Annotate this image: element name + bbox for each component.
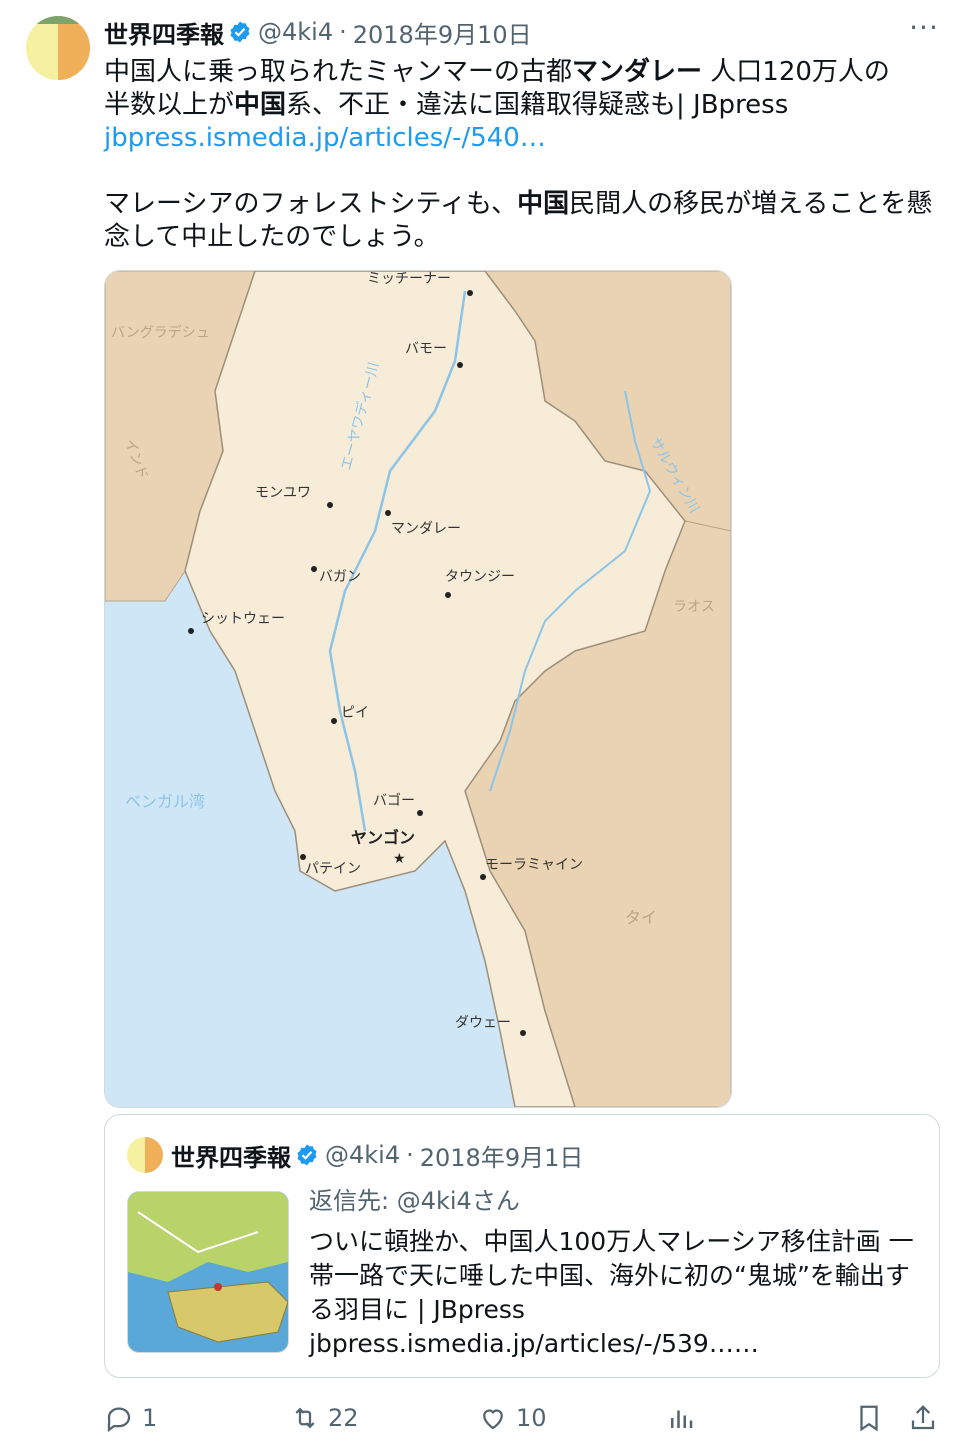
share-icon [911, 1405, 935, 1430]
retweet-button[interactable]: 22 [290, 1398, 359, 1438]
tweet-date[interactable]: 2018年9月10日 [353, 15, 532, 50]
map-label-bay-of-bengal: ベンガル湾 [125, 792, 205, 811]
map-label-yangon: ヤンゴン [351, 828, 415, 847]
article-link[interactable]: jbpress.ismedia.jp/articles/-/540… [104, 122, 954, 155]
reply-button[interactable]: 1 [104, 1398, 157, 1438]
author-name[interactable]: 世界四季報 [104, 15, 224, 50]
tweet-actions-bar: 1 22 10 [104, 1398, 954, 1438]
text-segment: マレーシアのフォレストシティも、 [104, 189, 518, 219]
quote-date[interactable]: 2018年9月1日 [420, 1138, 584, 1173]
city-dot [385, 510, 391, 516]
city-dot [188, 628, 194, 634]
map-label-dawei: ダウェー [455, 1015, 511, 1031]
map-label-myitkyina: ミッチーナー [367, 271, 451, 287]
share-button[interactable] [908, 1398, 946, 1438]
thumbnail-map-graphic [128, 1192, 288, 1352]
map-label-sittwe: シットウェー [201, 611, 285, 627]
bookmark-icon [860, 1405, 878, 1432]
tweet-text-para2: マレーシアのフォレストシティも、中国民間人の移民が増えることを懸念して中止したの… [104, 188, 954, 254]
city-dot [417, 810, 423, 816]
map-label-pyay: ピイ [341, 705, 369, 721]
tweet-media-map[interactable]: ミッチーナー バモー バングラデシュ インド エーヤワディー川 サルウィン川 モ… [104, 270, 732, 1108]
bookmark-button[interactable] [854, 1398, 892, 1438]
author-handle[interactable]: @4ki4 [258, 18, 333, 46]
city-dot [457, 362, 463, 368]
header-separator: · [339, 18, 347, 46]
quote-header: 世界四季報 @4ki4 · 2018年9月1日 [171, 1135, 583, 1175]
quote-thumbnail-map[interactable] [127, 1191, 289, 1353]
verified-badge-icon [228, 20, 252, 44]
views-button[interactable] [666, 1398, 704, 1438]
city-dot [300, 854, 306, 860]
verified-badge-icon [295, 1143, 319, 1167]
avatar-top-strip [26, 16, 90, 24]
map-label-taunggyi: タウンジー [445, 569, 515, 585]
retweet-icon [295, 1407, 315, 1429]
map-label-laos: ラオス [673, 599, 715, 615]
quoted-tweet[interactable]: 世界四季報 @4ki4 · 2018年9月1日 返信先: @4ki4さん ついに… [104, 1114, 940, 1378]
map-label-bago: バゴー [373, 792, 415, 809]
reply-count: 1 [142, 1404, 158, 1432]
tweet-header: 世界四季報 @4ki4 · 2018年9月10日 [104, 14, 950, 50]
city-dot [311, 566, 317, 572]
author-avatar[interactable] [26, 16, 90, 80]
map-label-bangladesh: バングラデシュ [111, 324, 210, 341]
tweet-text-line2: 半数以上が中国系、不正・違法に国籍取得疑惑も| JBpress [104, 89, 954, 122]
quote-author-name[interactable]: 世界四季報 [171, 1138, 291, 1173]
capital-star-icon: ★ [393, 851, 406, 867]
city-dot [331, 718, 337, 724]
views-icon [671, 1410, 693, 1428]
text-segment: 中国人に乗っ取られたミャンマーの古都 [104, 57, 573, 87]
map-label-thailand: タイ [625, 908, 657, 927]
more-icon[interactable]: ··· [906, 14, 942, 46]
highlight-segment: 中国 [517, 189, 570, 219]
map-label-bhamo: バモー [405, 341, 447, 357]
header-separator: · [406, 1141, 414, 1169]
reply-icon [107, 1407, 131, 1433]
map-label-pathein: パテイン [305, 861, 361, 877]
city-dot [467, 290, 473, 296]
myanmar-map: ミッチーナー バモー バングラデシュ インド エーヤワディー川 サルウィン川 モ… [105, 271, 731, 1107]
highlight-segment: マンダレー [572, 57, 703, 87]
avatar-right-half [145, 1137, 163, 1173]
quote-text: ついに頓挫か、中国人100万人マレーシア移住計画 一帯一路で天に唾した中国、海外… [309, 1227, 914, 1358]
quote-author-avatar[interactable] [127, 1137, 163, 1173]
city-dot [480, 874, 486, 880]
text-segment: 半数以上が [104, 90, 235, 120]
map-label-mawlamyine: モーラミャイン [485, 857, 583, 873]
like-count: 10 [516, 1404, 547, 1432]
like-icon [483, 1409, 503, 1430]
city-dot [327, 502, 333, 508]
map-label-bagan: バガン [319, 569, 361, 585]
retweet-count: 22 [328, 1404, 359, 1432]
avatar-right-half [58, 16, 90, 80]
text-segment: 人口120万人の [702, 57, 890, 87]
tweet-text-line1: 中国人に乗っ取られたミャンマーの古都マンダレー 人口120万人の [104, 56, 954, 89]
city-dot [445, 592, 451, 598]
tweet-text: 中国人に乗っ取られたミャンマーの古都マンダレー 人口120万人の 半数以上が中国… [104, 56, 954, 254]
city-dot [520, 1030, 526, 1036]
quote-reply-to[interactable]: 返信先: @4ki4さん [309, 1181, 520, 1216]
map-label-monywa: モンユワ [255, 485, 311, 501]
like-button[interactable]: 10 [478, 1398, 547, 1438]
map-label-mandalay: マンダレー [391, 521, 461, 537]
highlight-segment: 中国 [234, 90, 287, 120]
quote-handle[interactable]: @4ki4 [325, 1141, 400, 1169]
text-segment: 系、不正・違法に国籍取得疑惑も| JBpress [286, 90, 789, 120]
